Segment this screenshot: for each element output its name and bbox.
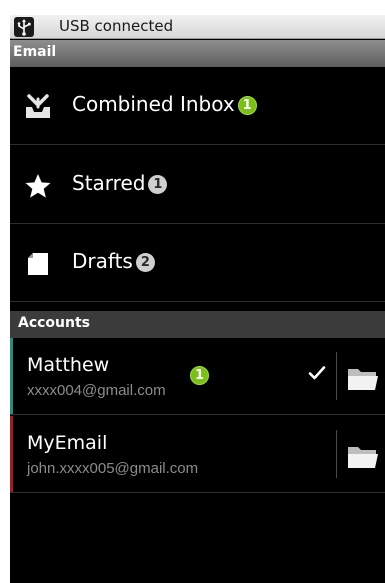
account-color-bar: [10, 338, 13, 414]
inbox-icon: [24, 93, 52, 121]
drafts-count-badge: 2: [135, 253, 155, 272]
combined-inbox-unread-badge: 1: [237, 96, 257, 115]
draft-icon: [24, 250, 52, 278]
accounts-header-label: Accounts: [18, 315, 91, 331]
account-row-myemail[interactable]: MyEmail john.xxxx005@gmail.com: [10, 416, 385, 493]
drafts-row[interactable]: Drafts 2: [10, 224, 385, 302]
app-title: Email: [13, 44, 57, 60]
starred-label: Starred: [72, 171, 146, 195]
account-name: Matthew: [27, 354, 110, 376]
combined-inbox-label-wrap: Combined Inbox 1: [72, 92, 257, 116]
email-screen: USB connected Email Combined Inbox 1 Star…: [10, 15, 385, 583]
account-name: MyEmail: [27, 432, 108, 454]
starred-count-badge: 1: [148, 175, 168, 194]
account-row-matthew[interactable]: Matthew xxxx004@gmail.com 1: [10, 338, 385, 415]
status-bar[interactable]: USB connected: [10, 15, 385, 39]
drafts-label: Drafts: [72, 249, 133, 273]
folder-icon[interactable]: [347, 444, 379, 470]
account-unread-badge: 1: [190, 366, 209, 385]
title-bar: Email: [10, 40, 385, 67]
drafts-label-wrap: Drafts 2: [72, 249, 155, 273]
divider: [336, 352, 337, 400]
checkmark-icon: [308, 364, 326, 382]
combined-inbox-row[interactable]: Combined Inbox 1: [10, 67, 385, 145]
account-color-bar: [10, 416, 13, 492]
combined-inbox-label: Combined Inbox: [72, 92, 235, 116]
account-email: xxxx004@gmail.com: [27, 382, 166, 399]
status-text: USB connected: [59, 17, 174, 35]
starred-row[interactable]: Starred 1: [10, 146, 385, 224]
usb-icon: [14, 17, 34, 37]
divider: [336, 430, 337, 478]
star-icon: [24, 172, 52, 200]
starred-label-wrap: Starred 1: [72, 171, 168, 195]
account-unread-badge-wrap: 1: [190, 366, 209, 385]
accounts-header: Accounts: [10, 311, 385, 338]
folder-icon[interactable]: [347, 366, 379, 392]
account-email: john.xxxx005@gmail.com: [27, 460, 199, 477]
